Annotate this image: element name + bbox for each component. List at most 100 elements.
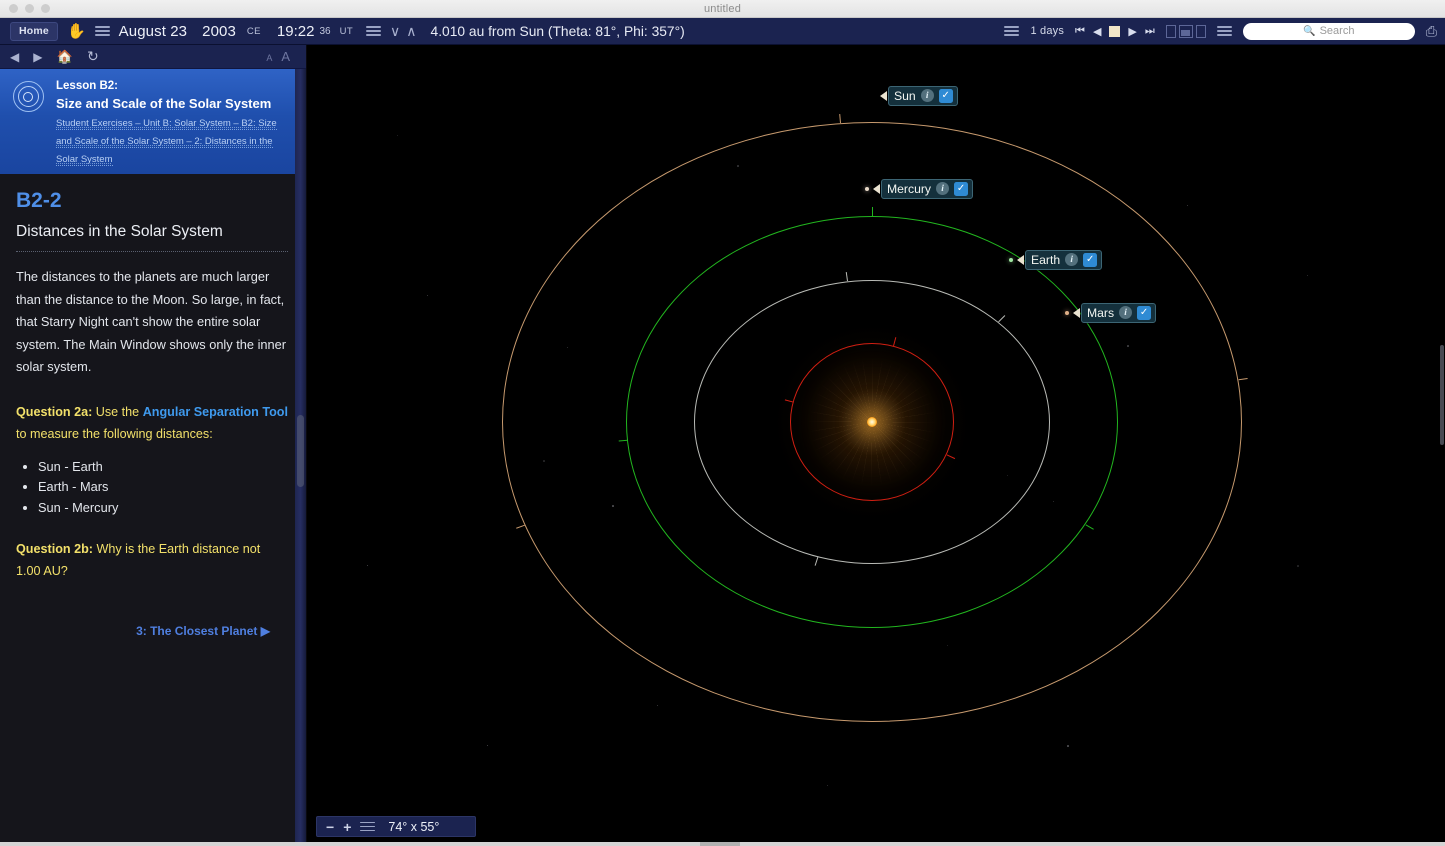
divider <box>16 251 288 252</box>
chevron-down-icon[interactable]: ∨ <box>390 23 400 40</box>
layout-panes-icon[interactable] <box>1166 25 1206 38</box>
label-pointer-icon <box>1017 255 1024 265</box>
label-pill[interactable]: Mercuryi✓ <box>881 179 973 199</box>
window-titlebar: untitled <box>0 0 1445 18</box>
transport-controls[interactable]: ⏮ ◀ ▶ ⏭ <box>1075 25 1155 38</box>
sky-scrollbar[interactable] <box>1440 45 1445 846</box>
question-2a-text-after: to measure the following distances: <box>16 427 213 441</box>
timestep-options-icon[interactable] <box>1004 26 1019 36</box>
zoom-in-button[interactable]: + <box>343 820 351 834</box>
info-icon[interactable]: i <box>1065 253 1078 266</box>
orbit-tick-marker <box>516 524 525 528</box>
zoom-out-button[interactable]: − <box>326 820 334 834</box>
background-star <box>427 295 428 296</box>
visibility-checkbox[interactable]: ✓ <box>1083 253 1097 267</box>
question-2a-text-before: Use the <box>92 405 142 419</box>
next-page-link[interactable]: 3: The Closest Planet ▶ <box>16 624 288 638</box>
sky-view[interactable]: − + 74° x 55° Suni✓Venusi✓Mercuryi✓Earth… <box>307 45 1445 846</box>
breadcrumb[interactable]: Student Exercises – Unit B: Solar System… <box>56 113 292 167</box>
timestep-value[interactable]: 1 days <box>1030 25 1064 37</box>
share-icon[interactable]: ⎙ <box>1426 23 1437 40</box>
search-input[interactable]: 🔍 Search <box>1243 23 1415 40</box>
question-2b-label: Question 2b: <box>16 542 93 556</box>
play-forward-icon[interactable]: ▶ <box>1128 25 1136 38</box>
lesson-title: Size and Scale of the Solar System <box>56 95 292 113</box>
pane-center-icon[interactable] <box>1179 25 1193 38</box>
planet-body-earth[interactable] <box>1009 258 1013 262</box>
chevron-up-icon[interactable]: ∧ <box>406 23 416 40</box>
sky-scrollbar-thumb[interactable] <box>1440 345 1444 445</box>
lesson-paragraph: The distances to the planets are much la… <box>16 266 288 379</box>
lesson-badge <box>0 75 56 112</box>
search-icon: 🔍 <box>1303 26 1315 37</box>
font-decrease-button[interactable]: A <box>266 53 272 63</box>
object-label-mercury[interactable]: Mercuryi✓ <box>873 179 973 199</box>
section-code: B2-2 <box>16 188 288 214</box>
label-pointer-icon <box>1073 308 1080 318</box>
pane-left-icon[interactable] <box>1166 25 1176 38</box>
skip-back-icon[interactable]: ⏮ <box>1075 25 1085 38</box>
lesson-content: B2-2 Distances in the Solar System The d… <box>0 174 306 846</box>
sun-body[interactable] <box>867 417 877 427</box>
orbit-tick-marker <box>872 207 873 216</box>
time-options-icon[interactable] <box>366 26 381 36</box>
font-size-controls[interactable]: A A <box>266 49 290 64</box>
window-bottom-strip <box>0 842 1445 846</box>
lesson-kicker: Lesson B2: <box>56 78 292 94</box>
zoom-control-bar[interactable]: − + 74° x 55° <box>316 816 476 837</box>
info-icon[interactable]: i <box>936 182 949 195</box>
seconds-display[interactable]: 36 <box>319 26 330 37</box>
list-item: Earth - Mars <box>38 478 288 496</box>
zoom-options-icon[interactable] <box>360 822 375 832</box>
forward-icon[interactable]: ▶ <box>33 50 42 64</box>
refresh-icon[interactable]: ↺ <box>87 48 99 65</box>
home-button[interactable]: Home <box>10 22 58 41</box>
window-title: untitled <box>0 3 1445 15</box>
date-options-icon[interactable] <box>95 26 110 36</box>
year-display[interactable]: 2003 <box>202 23 236 40</box>
background-star <box>367 565 368 566</box>
background-star <box>1307 275 1308 276</box>
font-increase-button[interactable]: A <box>281 49 290 64</box>
field-of-view-value: 74° x 55° <box>388 820 439 834</box>
label-pointer-icon <box>880 91 887 101</box>
horizontal-scrollbar-thumb[interactable] <box>700 842 740 846</box>
label-pill[interactable]: Suni ✓ <box>888 86 958 106</box>
visibility-checkbox[interactable]: ✓ <box>939 89 953 103</box>
hand-icon[interactable]: ✋ <box>67 24 86 39</box>
object-label-mars[interactable]: Marsi ✓ <box>1073 303 1156 323</box>
skip-forward-icon[interactable]: ⏭ <box>1145 25 1155 38</box>
breadcrumb-text[interactable]: Student Exercises – Unit B: Solar System… <box>56 118 277 166</box>
pane-right-icon[interactable] <box>1196 25 1206 38</box>
back-icon[interactable]: ◀ <box>10 50 19 64</box>
viewpoint-location[interactable]: 4.010 au from Sun (Theta: 81°, Phi: 357°… <box>431 24 685 39</box>
info-icon[interactable]: i <box>921 89 934 102</box>
view-options-icon[interactable] <box>1217 26 1232 36</box>
main-toolbar: Home ✋ August 23 2003 CE 19:22 36 UT ∨ ∧… <box>0 18 1445 45</box>
sidebar-scrollbar-thumb[interactable] <box>297 415 304 487</box>
background-star <box>657 705 658 706</box>
date-display[interactable]: August 23 <box>119 23 187 40</box>
era-label: CE <box>247 26 261 37</box>
label-pill[interactable]: Earthi✓ <box>1025 250 1102 270</box>
time-display[interactable]: 19:22 <box>277 23 315 40</box>
planet-body-mercury[interactable] <box>865 187 869 191</box>
orbit-tick-marker <box>1239 378 1248 381</box>
angular-separation-tool-link[interactable]: Angular Separation Tool <box>143 405 288 419</box>
background-star <box>397 135 398 136</box>
label-pill[interactable]: Marsi ✓ <box>1081 303 1156 323</box>
timezone-label: UT <box>340 26 353 37</box>
visibility-checkbox[interactable]: ✓ <box>1137 306 1151 320</box>
play-backward-icon[interactable]: ◀ <box>1093 25 1101 38</box>
object-label-earth[interactable]: Earthi✓ <box>1017 250 1102 270</box>
object-label-sun[interactable]: Suni ✓ <box>880 86 958 106</box>
app-body: ◀ ▶ 🏠 ↺ A A Lesson B2: Size and Scale of… <box>0 45 1445 846</box>
planet-body-mars[interactable] <box>1065 311 1069 315</box>
orbit-tick-marker <box>839 114 841 123</box>
visibility-checkbox[interactable]: ✓ <box>954 182 968 196</box>
info-icon[interactable]: i <box>1119 306 1132 319</box>
object-name: Mars <box>1087 306 1114 320</box>
object-name: Sun <box>894 89 916 103</box>
home-icon[interactable]: 🏠 <box>56 49 72 65</box>
stop-icon[interactable] <box>1109 26 1120 37</box>
